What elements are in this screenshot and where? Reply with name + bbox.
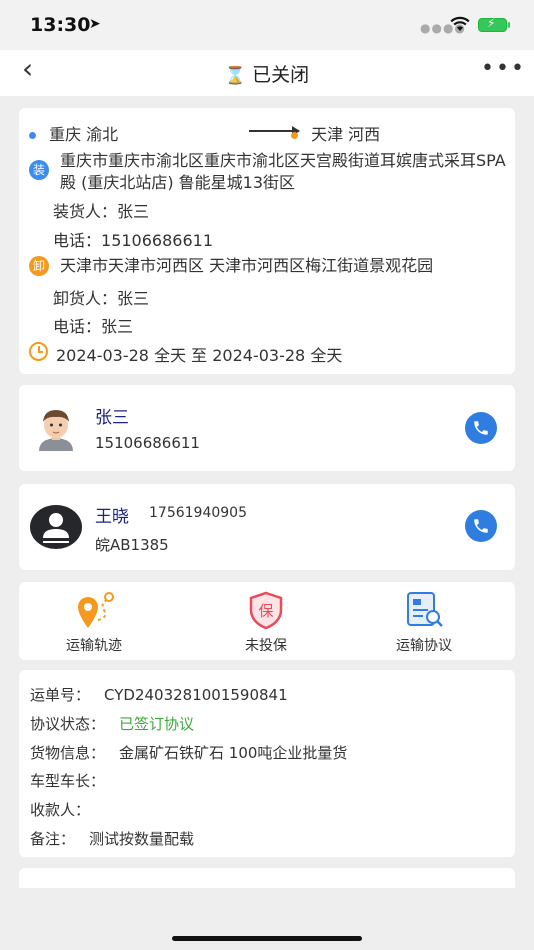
waybill-info-card: 运单号： CYD2403281001590841 协议状态： 已签订协议 货物信息：…: [19, 670, 515, 857]
load-address: 重庆市重庆市渝北区重庆市渝北区天宫殿街道耳嫔唐式采耳SPA殿 (重庆北站店) 鲁…: [60, 151, 506, 192]
svg-text:保: 保: [258, 602, 273, 620]
load-contact-label: 装货人：: [53, 202, 118, 221]
home-indicator: [172, 936, 362, 941]
origin-city: 重庆 渝北: [49, 125, 119, 144]
unload-contact-row: 卸货人：张三: [53, 285, 149, 309]
load-contact: 张三: [117, 202, 150, 221]
load-phone-row: 电话：15106686611: [53, 227, 213, 251]
unload-contact-label: 卸货人：: [53, 289, 118, 308]
action-agreement-label: 运输协议: [396, 638, 452, 654]
call-driver-button[interactable]: [465, 510, 497, 542]
track-route-icon: [78, 592, 114, 628]
clock-icon: [29, 342, 48, 361]
remark-label: 备注：: [30, 830, 76, 848]
battery-tip: [508, 22, 510, 28]
unload-badge-icon: 卸: [29, 256, 49, 276]
cargo-info: 金属矿石铁矿石 100吨企业批量货: [119, 744, 348, 762]
origin-row: 重庆 渝北: [29, 121, 118, 145]
action-insurance-label: 未投保: [245, 638, 287, 654]
status-time: 13:30: [30, 14, 91, 36]
agreement-label: 协议状态：: [30, 715, 106, 733]
time-range: 2024-03-28 全天 至 2024-03-28 全天: [56, 346, 343, 365]
vehicle-row: 车型车长：: [30, 770, 119, 791]
driver-name: 王晓: [95, 507, 129, 527]
unload-phone: 张三: [101, 317, 134, 336]
hourglass-icon: ⌛: [224, 66, 247, 86]
driver-card: 王晓 17561940905 皖AB1385: [19, 484, 515, 570]
page-title: 已关闭: [252, 64, 310, 86]
shipper-card: 张三 15106686611: [19, 385, 515, 471]
insurance-shield-icon: 保: [249, 591, 283, 630]
status-bar: 13:30 ➤ ●●●● ⚡: [0, 0, 534, 50]
unload-contact: 张三: [117, 289, 150, 308]
actions-card: 运输轨迹 保 未投保 运输协议: [19, 582, 515, 660]
cartoon-avatar: [39, 410, 73, 451]
load-badge-icon: 装: [29, 160, 49, 180]
action-track[interactable]: 运输轨迹: [34, 582, 154, 660]
load-phone-label: 电话：: [53, 231, 102, 250]
action-insurance[interactable]: 保 未投保: [206, 582, 326, 660]
unload-address: 天津市天津市河西区 天津市河西区梅江街道景观花园: [60, 256, 434, 275]
phone-icon: [474, 421, 488, 435]
battery-charging-icon: ⚡: [478, 16, 507, 32]
remark-row: 备注： 测试按数量配载: [30, 828, 194, 849]
load-phone: 15106686611: [101, 231, 213, 250]
cargo-label: 货物信息：: [30, 744, 106, 762]
phone-icon: [474, 519, 488, 533]
destination-city: 天津 河西: [311, 125, 381, 144]
driver-phone: 17561940905: [149, 505, 247, 521]
cargo-row: 货物信息： 金属矿石铁矿石 100吨企业批量货: [30, 742, 347, 763]
vehicle-label: 车型车长：: [30, 772, 106, 790]
driver-plate: 皖AB1385: [95, 536, 169, 554]
load-contact-row: 装货人：张三: [53, 198, 149, 222]
nav-bar: ‹ ⌛ 已关闭 •••: [0, 50, 534, 96]
location-arrow-icon: ➤: [89, 16, 101, 32]
payee-label: 收款人：: [30, 801, 91, 819]
agreement-status: 已签订协议: [119, 715, 195, 733]
action-agreement[interactable]: 运输协议: [364, 582, 484, 660]
unload-phone-row: 电话：张三: [53, 313, 133, 337]
agreement-row: 协议状态： 已签订协议: [30, 713, 194, 734]
shipper-phone: 15106686611: [95, 434, 200, 452]
agreement-document-icon: [407, 592, 443, 627]
next-card-partial: [19, 868, 515, 888]
route-card: 重庆 渝北 天津 河西 装 重庆市重庆市渝北区重庆市渝北区天宫殿街道耳嫔唐式采耳…: [19, 108, 515, 374]
default-user-avatar: [30, 505, 82, 549]
destination-row: 天津 河西: [291, 121, 380, 145]
waybill-label: 运单号：: [30, 686, 91, 704]
waybill-number: CYD2403281001590841: [104, 686, 288, 704]
shipper-name: 张三: [95, 408, 129, 428]
unload-phone-label: 电话：: [53, 317, 102, 336]
page-title-wrap: ⌛ 已关闭: [0, 60, 534, 87]
action-track-label: 运输轨迹: [66, 638, 122, 654]
remark-info: 测试按数量配载: [89, 830, 195, 848]
payee-row: 收款人：: [30, 799, 104, 820]
destination-dot-icon: [291, 132, 298, 139]
waybill-row: 运单号： CYD2403281001590841: [30, 684, 288, 705]
origin-dot-icon: [29, 132, 36, 139]
more-dots-icon[interactable]: •••: [481, 58, 526, 80]
wifi-icon: [450, 16, 470, 31]
call-shipper-button[interactable]: [465, 412, 497, 444]
